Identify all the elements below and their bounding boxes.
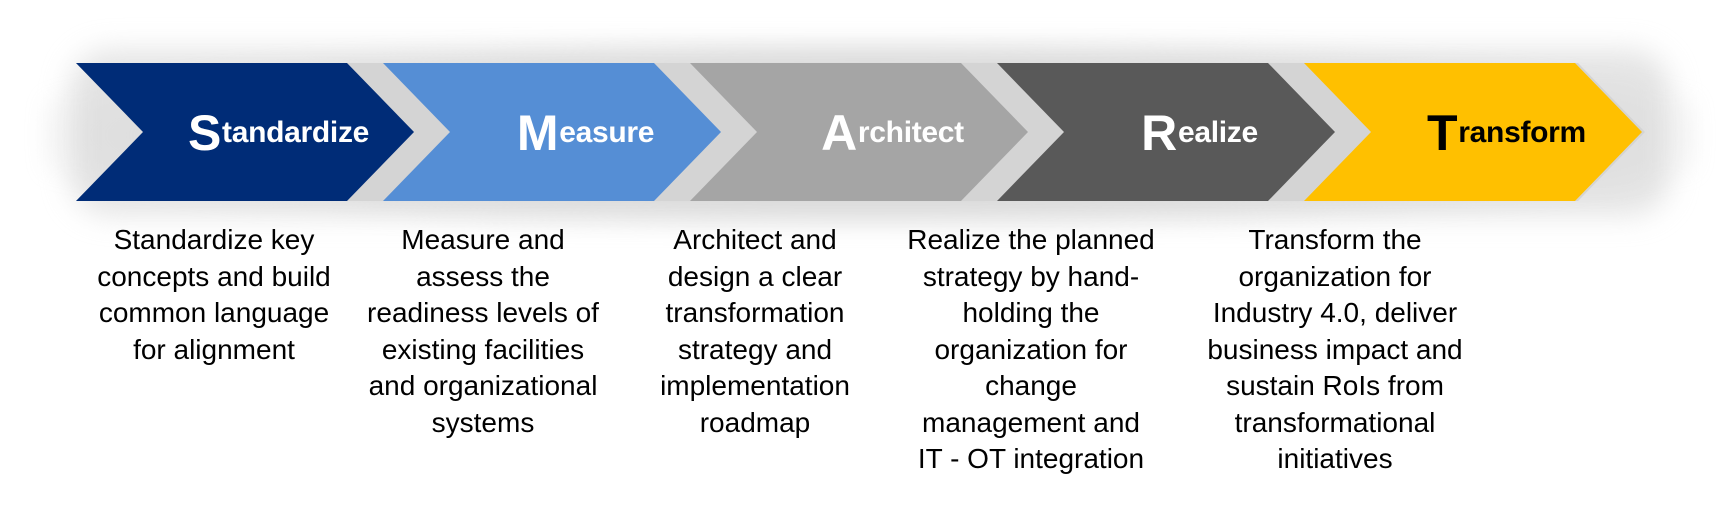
step-title-initial: A bbox=[821, 104, 857, 161]
description-line: Realize the planned bbox=[907, 224, 1155, 255]
description-line: implementation bbox=[660, 370, 850, 401]
description-line: Industry 4.0, deliver bbox=[1212, 297, 1458, 328]
description-line: sustain RoIs from bbox=[1226, 370, 1444, 401]
description-line: organization for bbox=[1238, 260, 1432, 292]
description-line: management and bbox=[922, 406, 1140, 438]
step-description-architect: Architect and design a clear transformatio… bbox=[605, 222, 905, 441]
step-title-rest: ransform bbox=[1458, 115, 1586, 149]
description-line: strategy and bbox=[677, 333, 833, 365]
description-line: transformation bbox=[665, 297, 845, 328]
description-line: concepts and build bbox=[97, 260, 331, 292]
description-line: readiness levels of bbox=[367, 297, 599, 328]
step-description-realize: Realize the planned strategy by hand-hold… bbox=[881, 222, 1181, 478]
description-line: and organizational bbox=[368, 370, 598, 401]
step-title-initial: S bbox=[187, 104, 222, 161]
step-description-transform: Transform the organization for Industry 4.… bbox=[1185, 222, 1485, 478]
step-title-initial: M bbox=[516, 104, 559, 161]
step-title-initial: R bbox=[1141, 104, 1177, 161]
description-line: assess the bbox=[416, 260, 550, 292]
description-line: Transform the bbox=[1248, 224, 1422, 255]
step-title-standardize: Standardize bbox=[143, 95, 414, 170]
description-line: systems bbox=[431, 406, 535, 438]
description-line: business impact and bbox=[1207, 333, 1463, 365]
step-title-rest: ealize bbox=[1177, 115, 1258, 149]
description-line: Measure and bbox=[401, 224, 565, 255]
step-title-rest: rchitect bbox=[857, 115, 964, 149]
description-line: organization for bbox=[934, 333, 1128, 365]
step-title-transform: Transform bbox=[1371, 95, 1642, 170]
step-title-measure: Measure bbox=[450, 95, 721, 170]
description-line: roadmap bbox=[699, 406, 811, 438]
description-line: design a clear bbox=[667, 260, 843, 292]
description-line: for alignment bbox=[133, 333, 295, 365]
step-title-initial: T bbox=[1427, 104, 1458, 161]
step-title-realize: Realize bbox=[1064, 95, 1335, 170]
description-line: change bbox=[985, 370, 1077, 401]
description-line: IT - OT integration bbox=[917, 443, 1145, 474]
step-title-rest: tandardize bbox=[222, 115, 370, 149]
description-line: Standardize key bbox=[113, 224, 315, 255]
step-title-rest: easure bbox=[559, 115, 655, 149]
description-line: holding the bbox=[962, 297, 1100, 328]
description-line: common language bbox=[98, 297, 330, 328]
description-line: existing facilities bbox=[381, 333, 585, 365]
step-description-standardize: Standardize key concepts and build common … bbox=[64, 222, 364, 368]
description-line: initiatives bbox=[1277, 443, 1393, 474]
step-description-measure: Measure and assess the readiness levels of… bbox=[333, 222, 633, 441]
description-line: Architect and bbox=[673, 224, 837, 255]
description-line: strategy by hand- bbox=[922, 260, 1140, 292]
description-line: transformational bbox=[1234, 406, 1436, 438]
step-title-architect: Architect bbox=[757, 95, 1028, 170]
process-diagram: Standardize Measure Architect Realize Transf… bbox=[0, 0, 1724, 522]
